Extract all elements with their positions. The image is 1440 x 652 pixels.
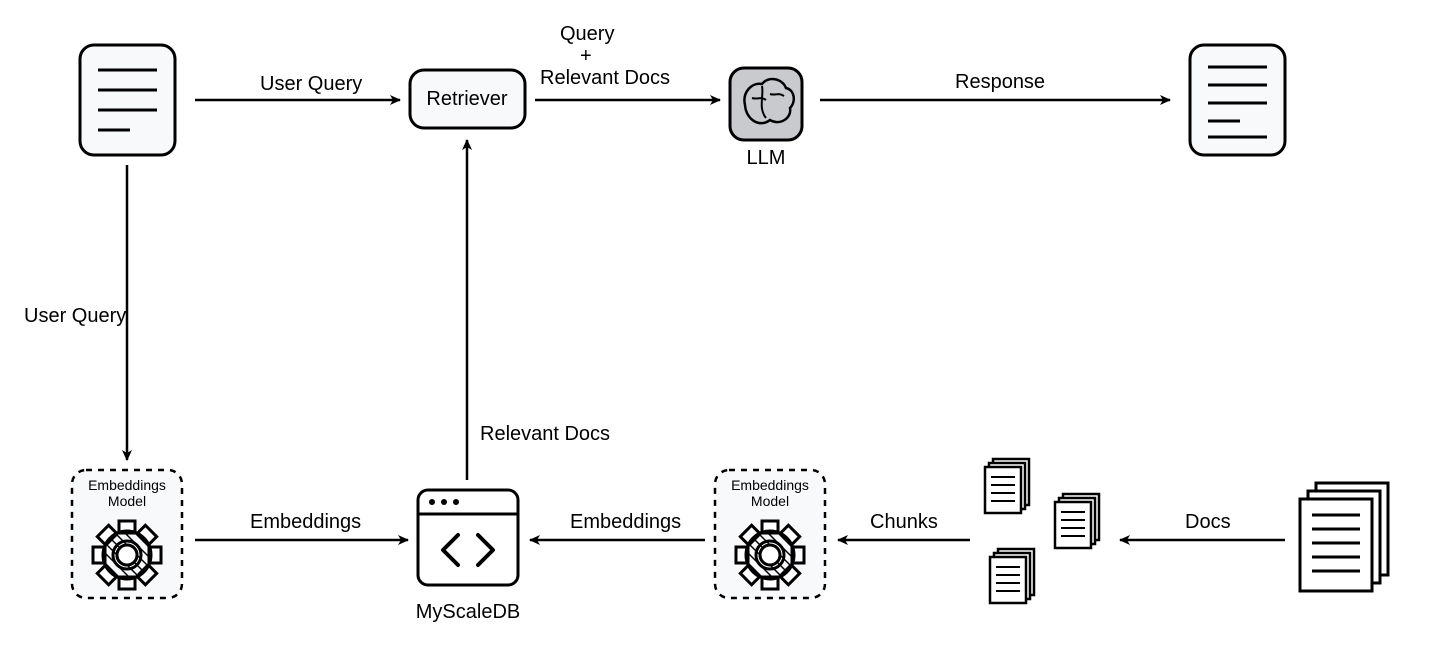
label-embeddings-left: Embeddings (250, 511, 361, 533)
embeddings-model-right-node: Embeddings Model (715, 470, 825, 598)
label-query-plus-docs-2: + (580, 45, 592, 67)
rag-architecture-diagram: User Query Retriever Query + Relevant Do… (0, 0, 1440, 652)
label-relevant-docs-up: Relevant Docs (480, 423, 610, 445)
embeddings-model-left-label-1: Embeddings (88, 477, 166, 493)
user-query-document-icon (80, 45, 175, 155)
docs-stack-icon (1300, 483, 1388, 591)
label-user-query-right: User Query (260, 73, 362, 95)
label-chunks: Chunks (870, 511, 938, 533)
label-query-plus-docs-3: Relevant Docs (540, 67, 670, 89)
embeddings-model-left-label-2: Model (108, 493, 146, 509)
retriever-node: Retriever (410, 70, 525, 128)
myscaledb-node: MyScaleDB (416, 490, 520, 623)
label-user-query-down: User Query (24, 305, 126, 327)
embeddings-model-left-node: Embeddings Model (72, 470, 182, 598)
label-docs: Docs (1185, 511, 1231, 533)
llm-node: LLM (730, 68, 802, 169)
chunks-docs-icon (985, 459, 1099, 603)
embeddings-model-right-label-1: Embeddings (731, 477, 809, 493)
label-embeddings-right: Embeddings (570, 511, 681, 533)
myscaledb-node-label: MyScaleDB (416, 601, 520, 623)
label-response: Response (955, 71, 1045, 93)
label-query-plus-docs-1: Query (560, 23, 614, 45)
retriever-node-label: Retriever (426, 88, 507, 110)
response-document-icon (1190, 45, 1285, 155)
llm-node-label: LLM (747, 147, 786, 169)
embeddings-model-right-label-2: Model (751, 493, 789, 509)
